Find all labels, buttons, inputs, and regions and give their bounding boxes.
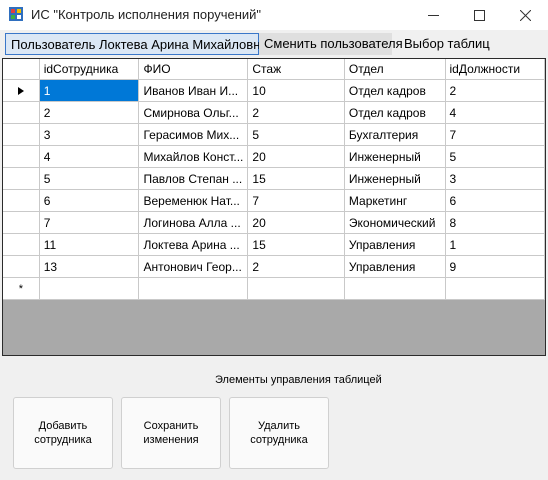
grid-cell[interactable]: 5 — [247, 123, 345, 146]
column-header[interactable]: idДолжности — [445, 59, 545, 80]
row-header[interactable] — [3, 123, 40, 146]
grid-cell[interactable] — [138, 277, 249, 300]
grid-cell[interactable]: Инженерный — [344, 167, 446, 190]
grid-cell[interactable]: Антонович Геор... — [138, 255, 249, 278]
column-header[interactable]: Стаж — [247, 59, 345, 80]
grid-cell[interactable]: 1 — [445, 233, 545, 256]
table-row[interactable]: 6 Веременюк Нат... 7 Маркетинг 6 — [3, 189, 545, 212]
grid-cell[interactable]: Логинова Алла ... — [138, 211, 249, 234]
add-employee-button[interactable]: Добавить сотрудника — [13, 397, 113, 469]
save-changes-button[interactable]: Сохранить изменения — [121, 397, 221, 469]
title-bar[interactable]: ИС "Контроль исполнения поручений" — [0, 0, 548, 30]
employees-grid[interactable]: idСотрудника ФИО Стаж Отдел idДолжности … — [2, 58, 546, 356]
row-header[interactable] — [3, 101, 40, 124]
grid-cell[interactable] — [247, 277, 345, 300]
column-header[interactable]: ФИО — [138, 59, 249, 80]
grid-cell[interactable]: 3 — [445, 167, 545, 190]
grid-cell[interactable]: Экономический — [344, 211, 446, 234]
grid-cell[interactable]: 2 — [39, 101, 140, 124]
grid-cell[interactable]: 6 — [445, 189, 545, 212]
grid-cell[interactable] — [344, 277, 446, 300]
close-icon — [519, 9, 531, 21]
table-row[interactable]: 1 Иванов Иван И... 10 Отдел кадров 2 — [3, 79, 545, 102]
grid-cell[interactable]: 5 — [39, 167, 140, 190]
grid-cell[interactable]: Маркетинг — [344, 189, 446, 212]
grid-cell[interactable]: Павлов Степан ... — [138, 167, 249, 190]
new-row[interactable]: * — [3, 277, 545, 300]
grid-cell[interactable]: 6 — [39, 189, 140, 212]
close-button[interactable] — [502, 0, 548, 30]
grid-cell[interactable]: 7 — [445, 123, 545, 146]
table-row[interactable]: 5 Павлов Степан ... 15 Инженерный 3 — [3, 167, 545, 190]
row-header[interactable] — [3, 145, 40, 168]
grid-cell[interactable]: Михайлов Конст... — [138, 145, 249, 168]
grid-cell[interactable]: Управления — [344, 255, 446, 278]
grid-cell[interactable]: Веременюк Нат... — [138, 189, 249, 212]
row-header[interactable] — [3, 79, 40, 102]
row-header[interactable] — [3, 255, 40, 278]
grid-table: idСотрудника ФИО Стаж Отдел idДолжности … — [3, 59, 545, 300]
grid-cell[interactable]: Локтева Арина ... — [138, 233, 249, 256]
grid-cell[interactable]: 3 — [39, 123, 140, 146]
grid-cell[interactable]: 8 — [445, 211, 545, 234]
grid-cell[interactable]: 20 — [247, 145, 345, 168]
minimize-icon — [427, 14, 439, 16]
grid-cell[interactable]: 10 — [247, 79, 345, 102]
grid-cell[interactable]: Иванов Иван И... — [138, 79, 249, 102]
grid-cell[interactable]: Смирнова Ольг... — [138, 101, 249, 124]
corner-header[interactable] — [3, 59, 40, 80]
grid-cell[interactable]: 11 — [39, 233, 140, 256]
app-icon — [9, 7, 23, 21]
grid-cell[interactable]: Инженерный — [344, 145, 446, 168]
grid-cell[interactable]: 2 — [247, 101, 345, 124]
column-header[interactable]: idСотрудника — [39, 59, 140, 80]
maximize-icon — [473, 9, 485, 21]
minimize-button[interactable] — [410, 0, 456, 30]
grid-cell[interactable]: Бухгалтерия — [344, 123, 446, 146]
grid-cell[interactable]: 4 — [39, 145, 140, 168]
grid-cell[interactable]: Отдел кадров — [344, 101, 446, 124]
grid-cell[interactable]: 2 — [445, 79, 545, 102]
grid-cell[interactable]: 4 — [445, 101, 545, 124]
menu-strip: Пользователь Локтева Арина Михайловна См… — [0, 30, 548, 58]
grid-cell[interactable]: 15 — [247, 167, 345, 190]
menu-user[interactable]: Пользователь Локтева Арина Михайловна — [5, 33, 268, 55]
table-row[interactable]: 2 Смирнова Ольг... 2 Отдел кадров 4 — [3, 101, 545, 124]
grid-cell[interactable]: 13 — [39, 255, 140, 278]
app-window: ИС "Контроль исполнения поручений" Польз… — [0, 0, 548, 480]
grid-cell[interactable]: 15 — [247, 233, 345, 256]
row-header[interactable] — [3, 189, 40, 212]
row-header[interactable] — [3, 233, 40, 256]
column-header[interactable]: Отдел — [344, 59, 446, 80]
grid-cell[interactable]: Управления — [344, 233, 446, 256]
menu-select-tables[interactable]: Выбор таблиц — [399, 33, 495, 55]
controls-label: Элементы управления таблицей — [215, 374, 382, 386]
grid-cell[interactable]: 5 — [445, 145, 545, 168]
new-row-marker[interactable]: * — [3, 277, 40, 300]
grid-cell[interactable] — [445, 277, 545, 300]
current-row-arrow-icon — [17, 87, 24, 96]
grid-cell[interactable]: Отдел кадров — [344, 79, 446, 102]
table-row[interactable]: 13 Антонович Геор... 2 Управления 9 — [3, 255, 545, 278]
grid-cell[interactable]: 9 — [445, 255, 545, 278]
menu-change-user[interactable]: Сменить пользователя — [259, 33, 403, 55]
grid-cell[interactable] — [39, 277, 140, 300]
maximize-button[interactable] — [456, 0, 502, 30]
table-row[interactable]: 4 Михайлов Конст... 20 Инженерный 5 — [3, 145, 545, 168]
grid-cell[interactable]: 2 — [247, 255, 345, 278]
grid-cell[interactable]: 1 — [39, 79, 140, 102]
table-row[interactable]: 11 Локтева Арина ... 15 Управления 1 — [3, 233, 545, 256]
table-row[interactable]: 7 Логинова Алла ... 20 Экономический 8 — [3, 211, 545, 234]
table-row[interactable]: 3 Герасимов Мих... 5 Бухгалтерия 7 — [3, 123, 545, 146]
row-header[interactable] — [3, 167, 40, 190]
row-header[interactable] — [3, 211, 40, 234]
grid-cell[interactable]: 20 — [247, 211, 345, 234]
grid-cell[interactable]: 7 — [247, 189, 345, 212]
header-row: idСотрудника ФИО Стаж Отдел idДолжности — [3, 59, 545, 80]
delete-employee-button[interactable]: Удалить сотрудника — [229, 397, 329, 469]
window-title: ИС "Контроль исполнения поручений" — [31, 7, 262, 22]
grid-cell[interactable]: Герасимов Мих... — [138, 123, 249, 146]
grid-cell[interactable]: 7 — [39, 211, 140, 234]
